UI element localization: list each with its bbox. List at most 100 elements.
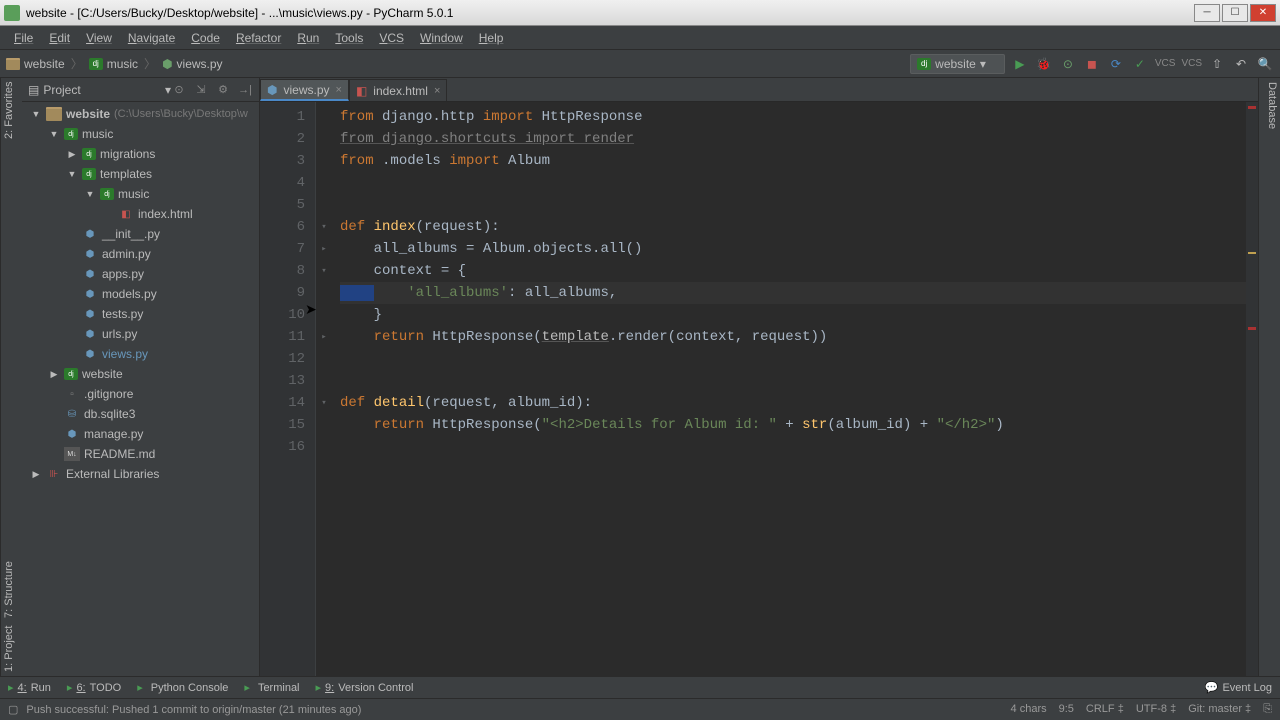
revert-button[interactable]: ↶ bbox=[1232, 55, 1250, 73]
tree-external-libraries[interactable]: ▶⊪External Libraries bbox=[22, 464, 259, 484]
tool-window-button[interactable]: ▸6: TODO bbox=[67, 681, 121, 694]
tool-window-button[interactable]: ▸ Python Console bbox=[137, 681, 228, 694]
run-button[interactable]: ▶ bbox=[1011, 55, 1029, 73]
editor-tab[interactable]: ⬢views.py× bbox=[260, 79, 349, 101]
tool-window-button[interactable]: ▸9: Version Control bbox=[316, 681, 414, 694]
code-line[interactable]: } bbox=[340, 304, 1246, 326]
code-line[interactable]: from django.http import HttpResponse bbox=[340, 106, 1246, 128]
fold-indicator[interactable]: ▾ bbox=[316, 260, 332, 282]
gutter-structure[interactable]: 7: Structure bbox=[3, 561, 20, 618]
tree-item[interactable]: ⬢manage.py bbox=[22, 424, 259, 444]
commit-button[interactable]: ✓ bbox=[1131, 55, 1149, 73]
html-icon: ◧ bbox=[118, 207, 134, 221]
breadcrumb-item[interactable]: djmusic bbox=[89, 57, 138, 71]
code-line[interactable] bbox=[340, 172, 1246, 194]
tree-item[interactable]: ⬢admin.py bbox=[22, 244, 259, 264]
code-area[interactable]: from django.http import HttpResponsefrom… bbox=[332, 102, 1246, 676]
fold-indicator[interactable]: ▾ bbox=[316, 216, 332, 238]
event-log-button[interactable]: 💬Event Log bbox=[1205, 681, 1272, 694]
menu-vcs[interactable]: VCS bbox=[371, 28, 412, 48]
status-square-icon[interactable]: ▢ bbox=[8, 703, 18, 716]
autoscroll-icon[interactable]: ⊙ bbox=[171, 82, 187, 98]
collapse-icon[interactable]: ⇲ bbox=[193, 82, 209, 98]
status-position[interactable]: 9:5 bbox=[1059, 703, 1074, 716]
project-tree[interactable]: ▼website(C:\Users\Bucky\Desktop\w▼djmusi… bbox=[22, 102, 259, 676]
menu-run[interactable]: Run bbox=[289, 28, 327, 48]
push-button[interactable]: ⇧ bbox=[1208, 55, 1226, 73]
editor-tab[interactable]: ◧index.html× bbox=[349, 79, 447, 101]
tree-item[interactable]: M↓README.md bbox=[22, 444, 259, 464]
tree-item[interactable]: ▼djtemplates bbox=[22, 164, 259, 184]
code-line[interactable]: from django.shortcuts import render bbox=[340, 128, 1246, 150]
tree-item[interactable]: ▶djwebsite bbox=[22, 364, 259, 384]
menu-code[interactable]: Code bbox=[183, 28, 228, 48]
hide-icon[interactable]: →| bbox=[237, 82, 253, 98]
code-line[interactable]: def detail(request, album_id): bbox=[340, 392, 1246, 414]
code-line[interactable] bbox=[340, 370, 1246, 392]
tree-item[interactable]: ⬢urls.py bbox=[22, 324, 259, 344]
menu-file[interactable]: File bbox=[6, 28, 41, 48]
menu-help[interactable]: Help bbox=[471, 28, 512, 48]
menu-window[interactable]: Window bbox=[412, 28, 471, 48]
tree-item[interactable]: ⛁db.sqlite3 bbox=[22, 404, 259, 424]
error-marker-2[interactable] bbox=[1248, 327, 1256, 330]
code-line[interactable] bbox=[340, 436, 1246, 458]
tree-item[interactable]: ⬢views.py bbox=[22, 344, 259, 364]
breadcrumb-item[interactable]: website bbox=[6, 57, 65, 71]
tree-item[interactable]: ⬢tests.py bbox=[22, 304, 259, 324]
minimize-button[interactable]: ─ bbox=[1194, 4, 1220, 22]
gutter-favorites[interactable]: 2: Favorites bbox=[3, 82, 20, 139]
tree-item[interactable]: ◧index.html bbox=[22, 204, 259, 224]
menu-navigate[interactable]: Navigate bbox=[120, 28, 183, 48]
code-line[interactable]: 'all_albums': all_albums, bbox=[340, 282, 1246, 304]
tree-item[interactable]: ⬢models.py bbox=[22, 284, 259, 304]
menu-refactor[interactable]: Refactor bbox=[228, 28, 289, 48]
fold-indicator[interactable]: ▸ bbox=[316, 238, 332, 260]
warning-marker[interactable] bbox=[1248, 252, 1256, 254]
tree-root[interactable]: ▼website(C:\Users\Bucky\Desktop\w bbox=[22, 104, 259, 124]
status-git[interactable]: Git: master ‡ bbox=[1188, 703, 1251, 716]
maximize-button[interactable]: ☐ bbox=[1222, 4, 1248, 22]
search-button[interactable]: 🔍 bbox=[1256, 55, 1274, 73]
code-line[interactable]: return HttpResponse("<h2>Details for Alb… bbox=[340, 414, 1246, 436]
code-line[interactable]: return HttpResponse(template.render(cont… bbox=[340, 326, 1246, 348]
stop-button[interactable]: ◼ bbox=[1083, 55, 1101, 73]
tool-window-button[interactable]: ▸4: Run bbox=[8, 681, 51, 694]
code-line[interactable]: def index(request): bbox=[340, 216, 1246, 238]
close-icon[interactable]: × bbox=[336, 84, 342, 96]
code-line[interactable] bbox=[340, 348, 1246, 370]
tree-item[interactable]: ▶djmigrations bbox=[22, 144, 259, 164]
debug-button[interactable]: 🐞 bbox=[1035, 55, 1053, 73]
error-marker[interactable] bbox=[1248, 106, 1256, 109]
update-button[interactable]: ⟳ bbox=[1107, 55, 1125, 73]
editor-body[interactable]: 12345678910111213141516 ▾▸▾▸▾ from djang… bbox=[260, 102, 1258, 676]
tree-item[interactable]: ▼djmusic bbox=[22, 124, 259, 144]
coverage-button[interactable]: ⊙ bbox=[1059, 55, 1077, 73]
tree-item[interactable]: ▫.gitignore bbox=[22, 384, 259, 404]
status-line-sep[interactable]: CRLF ‡ bbox=[1086, 703, 1124, 716]
tree-item[interactable]: ⬢apps.py bbox=[22, 264, 259, 284]
tool-window-button[interactable]: ▸ Terminal bbox=[244, 681, 299, 694]
close-button[interactable]: ✕ bbox=[1250, 4, 1276, 22]
menu-view[interactable]: View bbox=[78, 28, 120, 48]
tree-item-label: migrations bbox=[100, 147, 155, 161]
settings-icon[interactable]: ⚙ bbox=[215, 82, 231, 98]
gutter-database[interactable]: Database bbox=[1266, 82, 1278, 672]
fold-indicator[interactable]: ▾ bbox=[316, 392, 332, 414]
close-icon[interactable]: × bbox=[434, 85, 440, 97]
menu-edit[interactable]: Edit bbox=[41, 28, 78, 48]
status-lock-icon[interactable]: ⎘ bbox=[1263, 703, 1272, 716]
tree-item-label: __init__.py bbox=[102, 227, 160, 241]
breadcrumb-item[interactable]: ⬢views.py bbox=[162, 57, 223, 71]
tree-item[interactable]: ▼djmusic bbox=[22, 184, 259, 204]
fold-indicator[interactable]: ▸ bbox=[316, 326, 332, 348]
status-encoding[interactable]: UTF-8 ‡ bbox=[1136, 703, 1176, 716]
menu-tools[interactable]: Tools bbox=[327, 28, 371, 48]
code-line[interactable]: all_albums = Album.objects.all() bbox=[340, 238, 1246, 260]
code-line[interactable]: context = { bbox=[340, 260, 1246, 282]
gutter-project[interactable]: 1: Project bbox=[3, 626, 20, 672]
code-line[interactable] bbox=[340, 194, 1246, 216]
run-config-selector[interactable]: dj website ▾ bbox=[910, 54, 1005, 74]
tree-item[interactable]: ⬢__init__.py bbox=[22, 224, 259, 244]
code-line[interactable]: from .models import Album bbox=[340, 150, 1246, 172]
